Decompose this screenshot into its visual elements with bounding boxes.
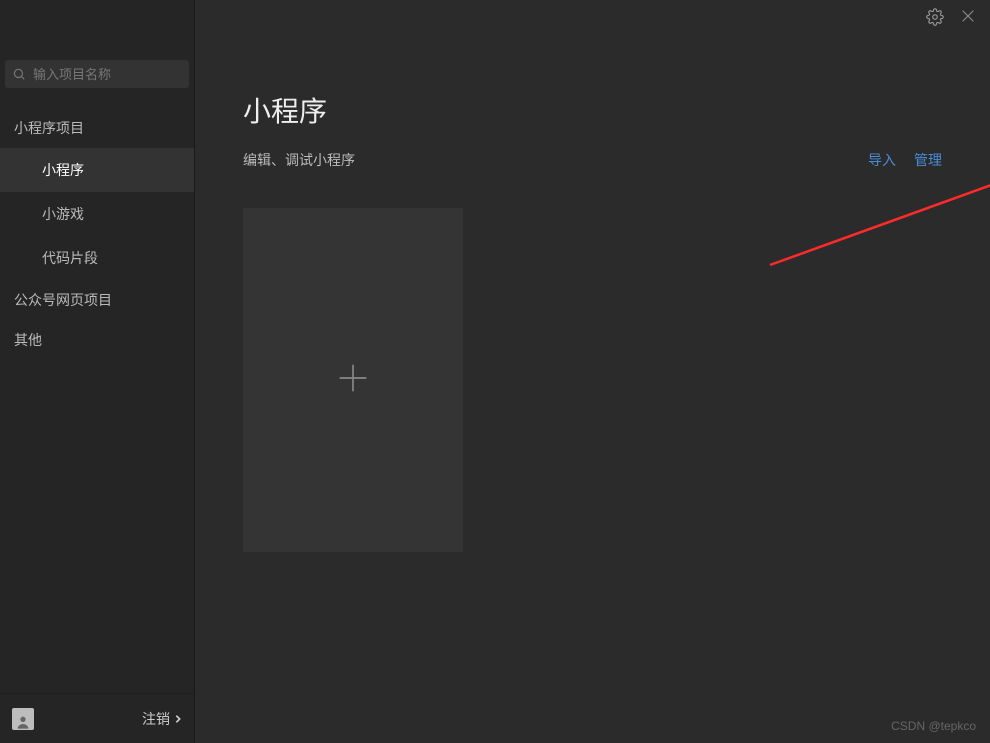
titlebar-icons [926,8,976,26]
sidebar-footer: 注销 [0,693,194,743]
search-wrap [0,50,194,88]
action-links: 导入 管理 [868,150,942,170]
avatar[interactable] [12,708,34,730]
new-project-card[interactable] [243,208,463,552]
plus-icon [333,358,373,403]
search-input[interactable] [5,60,189,88]
search-icon [12,67,26,81]
main-area: 小程序 编辑、调试小程序 导入 管理 CSDN @tepkco [195,0,990,743]
watermark: CSDN @tepkco [891,719,976,733]
sidebar-top-spacer [0,0,194,50]
nav-item-miniprogram[interactable]: 小程序 [0,148,194,192]
subtitle-row: 编辑、调试小程序 导入 管理 [243,150,942,170]
content: 小程序 编辑、调试小程序 导入 管理 [195,0,990,552]
manage-link[interactable]: 管理 [914,150,942,170]
sidebar-nav: 小程序项目 小程序 小游戏 代码片段 公众号网页项目 其他 [0,108,194,360]
nav-group-miniprogram-project[interactable]: 小程序项目 [0,108,194,148]
search-box [5,60,189,88]
settings-icon[interactable] [926,8,944,26]
chevron-right-icon [174,711,182,727]
import-link[interactable]: 导入 [868,150,896,170]
nav-group-other[interactable]: 其他 [0,320,194,360]
nav-item-minigame[interactable]: 小游戏 [0,192,194,236]
nav-item-snippet[interactable]: 代码片段 [0,236,194,280]
close-icon[interactable] [960,8,976,26]
page-title: 小程序 [243,90,942,130]
subtitle: 编辑、调试小程序 [243,150,355,170]
project-list [243,208,942,552]
logout-button[interactable]: 注销 [142,709,182,729]
nav-group-official-account[interactable]: 公众号网页项目 [0,280,194,320]
sidebar: 小程序项目 小程序 小游戏 代码片段 公众号网页项目 其他 注销 [0,0,195,743]
logout-label: 注销 [142,709,170,729]
